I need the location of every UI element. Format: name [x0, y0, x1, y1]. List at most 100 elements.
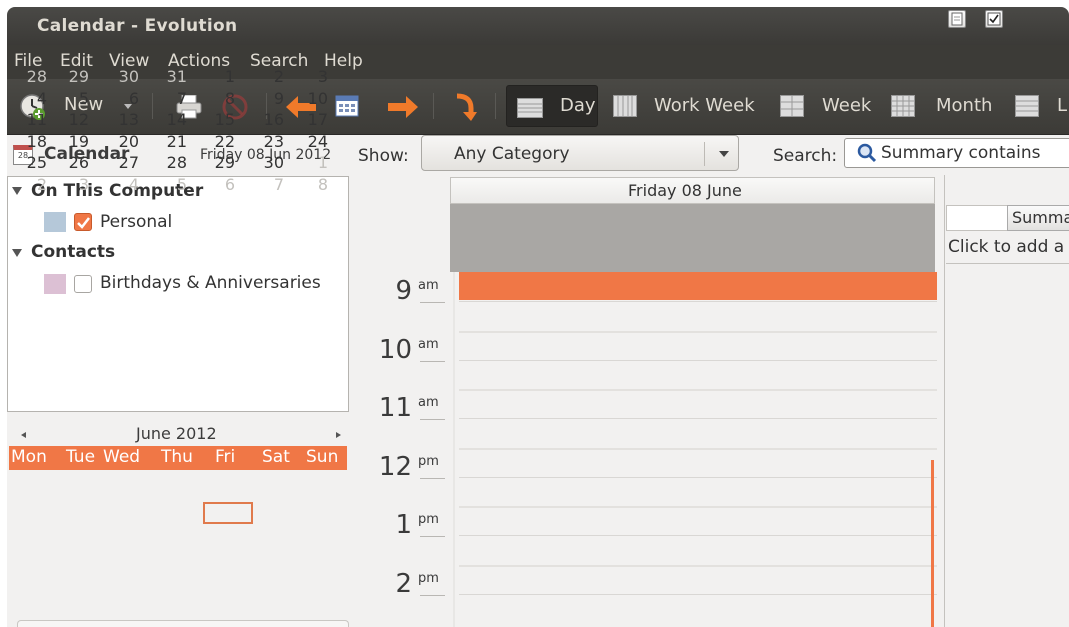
all-day-events-area[interactable]: [450, 204, 935, 272]
ampm-label: pm: [418, 454, 439, 469]
group-contacts: Contacts: [31, 242, 116, 262]
mini-day[interactable]: 28: [163, 153, 187, 172]
mini-day[interactable]: 5: [65, 89, 89, 108]
task-summary-column[interactable]: Summa: [1007, 205, 1069, 231]
mini-day[interactable]: 25: [23, 153, 47, 172]
hour-label: 9: [395, 276, 412, 306]
work-week-view-icon[interactable]: [613, 95, 637, 117]
mini-day[interactable]: 28: [23, 67, 47, 86]
mini-day[interactable]: 4: [115, 175, 139, 194]
weekday-header: Mon Tue Wed Thu Fri Sat Sun: [9, 446, 347, 470]
expander-triangle-icon[interactable]: [12, 249, 22, 257]
ampm-label: am: [418, 337, 439, 352]
mini-day[interactable]: 23: [260, 132, 284, 151]
ampm-label: pm: [418, 571, 439, 586]
mini-day[interactable]: 17: [304, 110, 328, 129]
show-label: Show:: [358, 146, 409, 166]
view-month-button[interactable]: Month: [936, 95, 992, 116]
prev-month-icon[interactable]: [21, 432, 26, 438]
day-column-header[interactable]: Friday 08 June: [450, 177, 935, 204]
week-view-icon[interactable]: [780, 95, 804, 117]
mini-day[interactable]: 3: [65, 175, 89, 194]
search-input[interactable]: Summary contains: [844, 138, 1069, 168]
weekday-label: Sat: [262, 447, 290, 467]
mini-day[interactable]: 29: [65, 67, 89, 86]
selected-time-slot[interactable]: [459, 272, 937, 300]
mini-day[interactable]: 5: [163, 175, 187, 194]
birthdays-checkbox[interactable]: [74, 275, 92, 293]
task-icon[interactable]: [948, 10, 966, 28]
weekday-label: Tue: [66, 447, 96, 467]
mini-day[interactable]: 1: [211, 67, 235, 86]
mini-day[interactable]: 20: [115, 132, 139, 151]
today-highlight: [203, 502, 253, 524]
mini-day[interactable]: 2: [260, 67, 284, 86]
mini-day[interactable]: 12: [65, 110, 89, 129]
task-complete-icon[interactable]: [985, 10, 1003, 28]
mini-day[interactable]: 15: [211, 110, 235, 129]
month-view-icon[interactable]: [891, 95, 915, 117]
personal-color-swatch: [44, 212, 66, 232]
mini-day[interactable]: 30: [260, 153, 284, 172]
mini-day[interactable]: 10: [304, 89, 328, 108]
day-header-label: Friday 08 June: [628, 181, 742, 200]
mini-day[interactable]: 14: [163, 110, 187, 129]
ampm-label: am: [418, 278, 439, 293]
birthdays-color-swatch: [44, 274, 66, 294]
mini-day[interactable]: 11: [23, 110, 47, 129]
mini-day[interactable]: 31: [163, 67, 187, 86]
mini-day[interactable]: 30: [115, 67, 139, 86]
list-view-icon[interactable]: [1015, 95, 1039, 117]
mini-day[interactable]: 6: [211, 175, 235, 194]
add-task-placeholder[interactable]: Click to add a: [948, 237, 1064, 257]
personal-checkbox[interactable]: [74, 213, 92, 231]
mini-day[interactable]: 7: [163, 89, 187, 108]
today-icon[interactable]: [335, 94, 359, 118]
checkmark-icon: [77, 217, 90, 229]
mini-day[interactable]: 16: [260, 110, 284, 129]
mini-day[interactable]: 18: [23, 132, 47, 151]
mini-day[interactable]: 26: [65, 153, 89, 172]
mini-day[interactable]: 9: [260, 89, 284, 108]
mini-day[interactable]: 27: [115, 153, 139, 172]
mini-day[interactable]: 6: [115, 89, 139, 108]
view-work-week-button[interactable]: Work Week: [654, 95, 755, 116]
mini-day[interactable]: 24: [304, 132, 328, 151]
day-view-icon: [517, 98, 543, 118]
evolution-window: Calendar - Evolution File Edit View Acti…: [7, 7, 1069, 627]
mini-day[interactable]: 8: [304, 175, 328, 194]
mini-day[interactable]: 21: [163, 132, 187, 151]
weekday-label: Thu: [161, 447, 193, 467]
category-value: Any Category: [454, 144, 570, 164]
weekday-label: Sun: [306, 447, 339, 467]
view-day-label: Day: [560, 95, 596, 116]
mini-day[interactable]: 4: [23, 89, 47, 108]
weekday-label: Fri: [215, 447, 236, 467]
search-label: Search:: [773, 146, 838, 166]
weekday-label: Wed: [103, 447, 141, 467]
hour-label: 2: [395, 569, 412, 599]
mini-day[interactable]: 22: [211, 132, 235, 151]
mini-day[interactable]: 13: [115, 110, 139, 129]
mini-day[interactable]: 3: [304, 67, 328, 86]
title-bar: Calendar - Evolution: [7, 7, 1069, 45]
go-to-date-icon[interactable]: [451, 92, 477, 122]
mini-day[interactable]: 19: [65, 132, 89, 151]
source-personal[interactable]: Personal: [100, 212, 172, 232]
view-week-button[interactable]: Week: [822, 95, 871, 116]
search-icon[interactable]: [857, 143, 877, 163]
category-combo[interactable]: Any Category: [421, 135, 739, 171]
menu-help[interactable]: Help: [324, 51, 363, 71]
mini-day[interactable]: 29: [211, 153, 235, 172]
mini-day[interactable]: 8: [211, 89, 235, 108]
current-time-marker: [931, 460, 934, 627]
mini-day[interactable]: 7: [260, 175, 284, 194]
forward-arrow-icon[interactable]: [386, 96, 418, 118]
expander-triangle-icon[interactable]: [12, 187, 22, 195]
mini-day[interactable]: 2: [23, 175, 47, 194]
next-month-icon[interactable]: [336, 432, 341, 438]
hour-label: 12: [378, 452, 412, 482]
view-list-button[interactable]: L: [1057, 95, 1067, 116]
mini-day[interactable]: 1: [304, 153, 328, 172]
source-birthdays[interactable]: Birthdays & Anniversaries: [100, 273, 321, 293]
